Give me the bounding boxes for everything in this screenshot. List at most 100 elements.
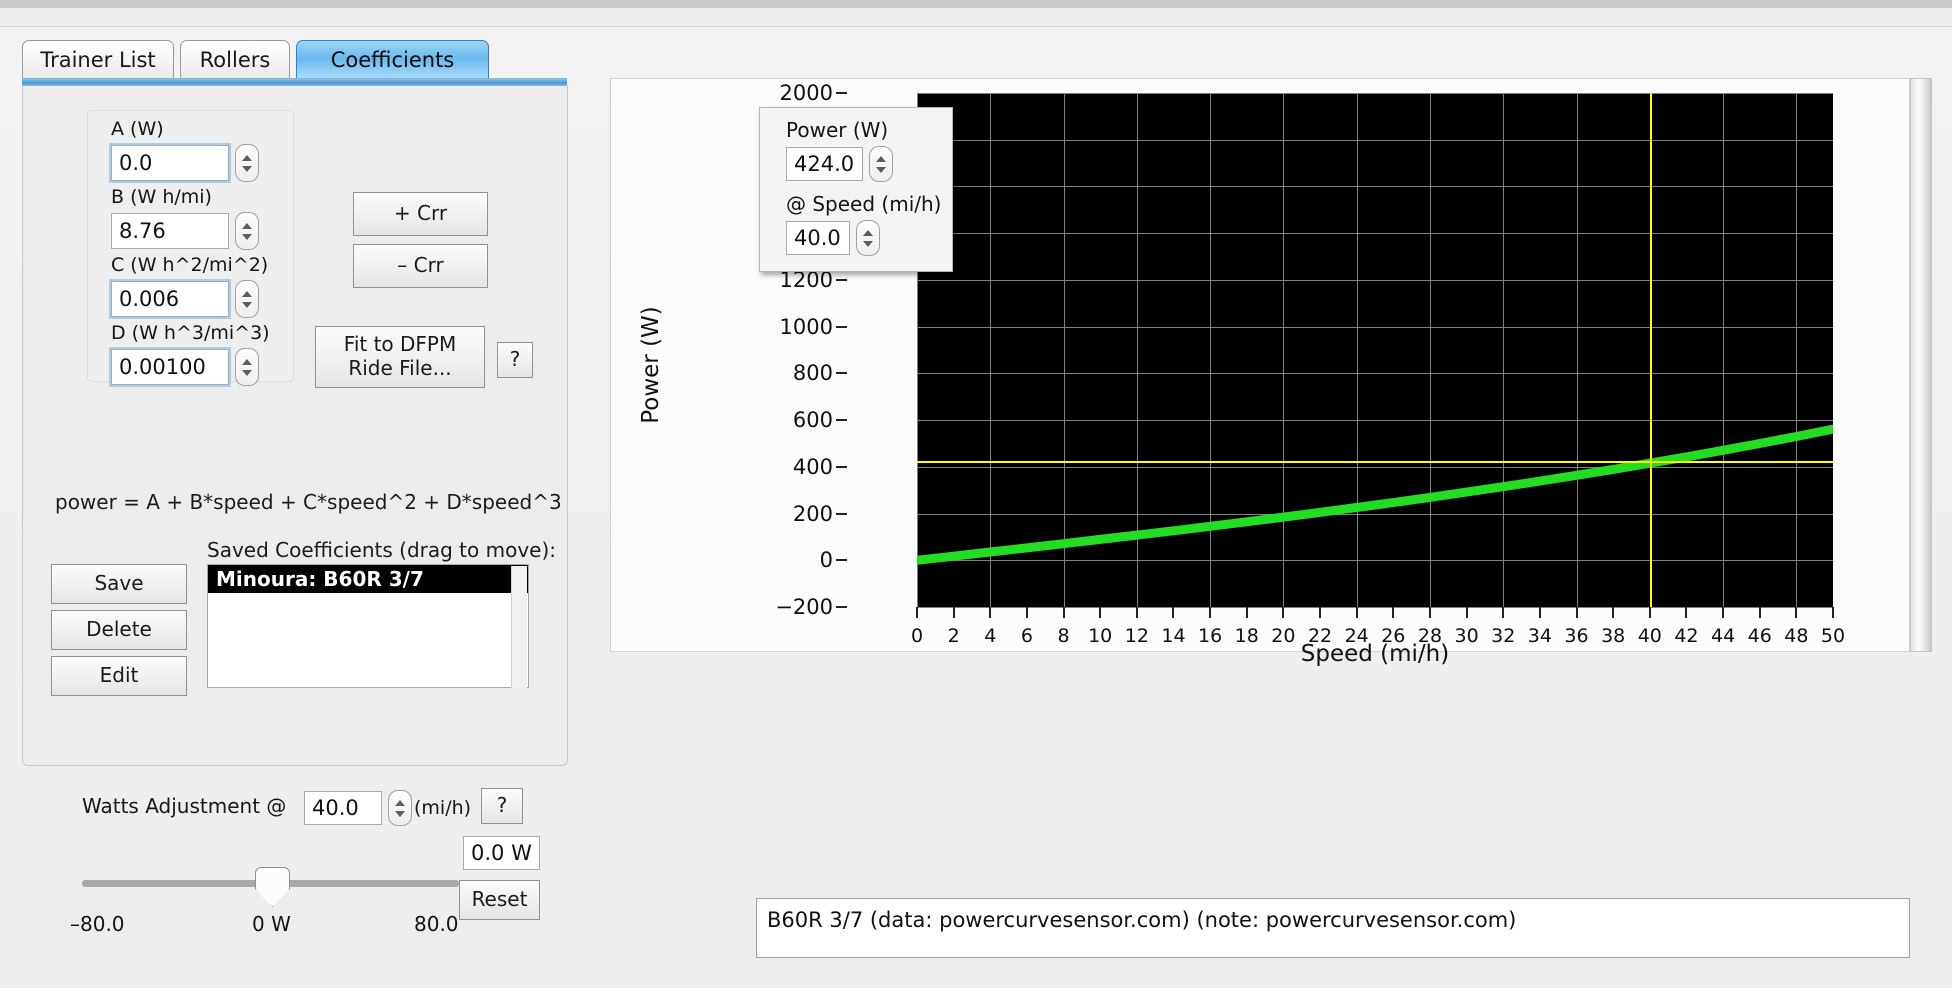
coefficient-b-stepper[interactable]	[235, 212, 259, 250]
x-axis-tick-mark	[1099, 607, 1102, 618]
crosshair-horizontal	[917, 461, 1833, 463]
x-axis-tick-mark	[1575, 607, 1578, 618]
popup-speed-input[interactable]: 40.0	[786, 221, 850, 255]
x-axis-tick-mark	[1648, 607, 1651, 618]
coefficients-help-button[interactable]: ?	[497, 342, 533, 378]
x-axis-tick-mark	[952, 607, 955, 618]
crosshair-vertical	[1650, 93, 1652, 607]
watts-adjustment-slider-thumb[interactable]	[255, 867, 290, 907]
delete-button[interactable]: Delete	[51, 610, 187, 650]
y-axis-tick-mark	[836, 606, 847, 608]
chart-vertical-scrollbar[interactable]	[1910, 78, 1932, 652]
watts-adjustment-readout: 0.0 W	[463, 836, 540, 870]
x-axis-tick-mark	[1282, 607, 1285, 618]
watts-adjustment-units: (mi/h)	[414, 797, 472, 819]
coefficient-d-input[interactable]: 0.00100	[109, 347, 231, 387]
power-curve-chart: 2000180016001400120010008006004002000−20…	[610, 78, 1910, 667]
y-axis-tick-mark	[836, 92, 847, 94]
y-axis-tick-label: 0	[819, 548, 833, 573]
reset-button[interactable]: Reset	[459, 880, 540, 920]
y-axis-tick-mark	[836, 419, 847, 422]
watts-adjustment-speed-row: 40.0	[304, 790, 412, 826]
x-axis-tick-mark	[1172, 607, 1175, 618]
x-axis-tick-mark	[1135, 607, 1138, 618]
tab-coefficients-label: Coefficients	[330, 47, 455, 72]
watts-adjustment-label: Watts Adjustment @	[82, 794, 287, 818]
tab-trainer-list[interactable]: Trainer List	[22, 40, 174, 78]
y-axis-tick-mark	[836, 512, 847, 515]
x-axis-tick-mark	[1612, 607, 1615, 618]
power-curve-line	[917, 424, 1833, 565]
minus-crr-button[interactable]: – Crr	[353, 244, 488, 288]
y-axis-tick-label: 800	[792, 361, 833, 386]
slider-value-label: 0 W	[252, 912, 291, 936]
y-axis-tick-mark	[836, 278, 847, 281]
coefficient-a-input[interactable]: 0.0	[109, 143, 231, 183]
watts-adjustment-speed-stepper[interactable]	[388, 790, 412, 826]
x-axis-tick-mark	[1062, 607, 1065, 618]
coefficient-d-label: D (W h^3/mi^3)	[111, 322, 270, 344]
power-formula-text: power = A + B*speed + C*speed^2 + D*spee…	[55, 490, 562, 514]
tab-bar: Trainer List Rollers Coefficients	[22, 40, 567, 80]
popup-power-row: 424.0	[786, 146, 893, 182]
x-axis-tick-mark	[916, 607, 918, 618]
watts-adjustment-help-button[interactable]: ?	[481, 788, 523, 824]
watts-adjustment-speed-input[interactable]: 40.0	[304, 791, 382, 825]
save-button[interactable]: Save	[51, 564, 187, 604]
plot-area[interactable]	[917, 93, 1833, 608]
y-axis-tick-label: 600	[792, 408, 833, 433]
fit-to-dfpm-ride-file-button[interactable]: Fit to DFPM Ride File...	[315, 326, 485, 388]
popup-power-label: Power (W)	[786, 118, 889, 142]
x-axis-tick-mark	[1758, 607, 1761, 618]
popup-speed-stepper[interactable]	[856, 220, 880, 256]
x-axis-tick-mark	[1795, 607, 1798, 618]
x-axis-tick-mark	[1722, 607, 1725, 618]
tab-coefficients[interactable]: Coefficients	[296, 40, 489, 78]
x-axis-tick-mark	[1465, 607, 1468, 618]
popup-speed-label: @ Speed (mi/h)	[786, 192, 942, 216]
x-axis-tick-mark	[1832, 607, 1834, 618]
coefficient-a-row: 0.0	[109, 143, 259, 183]
y-axis-tick-mark	[836, 372, 847, 375]
y-axis-title: Power (W)	[638, 306, 664, 424]
window-toolbar-strip	[0, 8, 1952, 27]
trainer-note-field[interactable]: B60R 3/7 (data: powercurvesensor.com) (n…	[756, 898, 1910, 958]
coefficient-a-stepper[interactable]	[235, 144, 259, 182]
y-axis-tick-label: 400	[792, 454, 833, 479]
coefficient-d-stepper[interactable]	[235, 348, 259, 386]
popup-power-stepper[interactable]	[869, 146, 893, 182]
coefficients-panel: A (W) 0.0 B (W h/mi) 8.76 C (W h^2/mi^2)…	[22, 86, 568, 766]
saved-coefficients-list[interactable]: Minoura: B60R 3/7	[207, 564, 529, 688]
slider-min-label: –80.0	[70, 912, 125, 936]
coefficient-a-label: A (W)	[111, 118, 164, 140]
tab-trainer-list-label: Trainer List	[40, 47, 156, 72]
coefficient-c-stepper[interactable]	[235, 280, 259, 318]
x-axis-tick-mark	[1428, 607, 1431, 618]
y-axis-tick-mark	[836, 465, 847, 468]
tab-rollers[interactable]: Rollers	[180, 40, 290, 78]
application-window: Trainer List Rollers Coefficients A (W) …	[0, 0, 1952, 988]
x-axis-tick-mark	[1245, 607, 1248, 618]
y-axis-tick-mark	[836, 559, 847, 562]
coefficient-b-input[interactable]: 8.76	[111, 213, 229, 249]
x-axis-title: Speed (mi/h)	[1300, 641, 1450, 667]
popup-power-input[interactable]: 424.0	[786, 147, 863, 181]
coefficient-c-input[interactable]: 0.006	[109, 279, 231, 319]
x-axis-tick-mark	[1355, 607, 1358, 618]
coefficient-b-label: B (W h/mi)	[111, 186, 212, 208]
edit-button[interactable]: Edit	[51, 656, 187, 696]
coefficient-c-label: C (W h^2/mi^2)	[111, 254, 269, 276]
list-scrollbar[interactable]	[511, 566, 527, 688]
plus-crr-button[interactable]: + Crr	[353, 192, 488, 236]
popup-speed-row: 40.0	[786, 220, 880, 256]
x-axis-tick-mark	[1319, 607, 1322, 618]
x-axis-tick-mark	[1209, 607, 1212, 618]
list-item[interactable]: Minoura: B60R 3/7	[208, 565, 528, 593]
saved-coefficients-label: Saved Coefficients (drag to move):	[207, 538, 557, 562]
watts-adjustment-panel: Watts Adjustment @ 40.0 (mi/h) ? 0.0 W R…	[22, 780, 568, 970]
power-readout-popup[interactable]: Power (W) 424.0 @ Speed (mi/h) 40.0	[759, 107, 953, 272]
x-axis-tick-mark	[1685, 607, 1688, 618]
window-title-strip	[0, 0, 1952, 8]
coefficient-b-row: 8.76	[111, 212, 259, 250]
y-axis-tick-label: 1000	[779, 314, 833, 339]
